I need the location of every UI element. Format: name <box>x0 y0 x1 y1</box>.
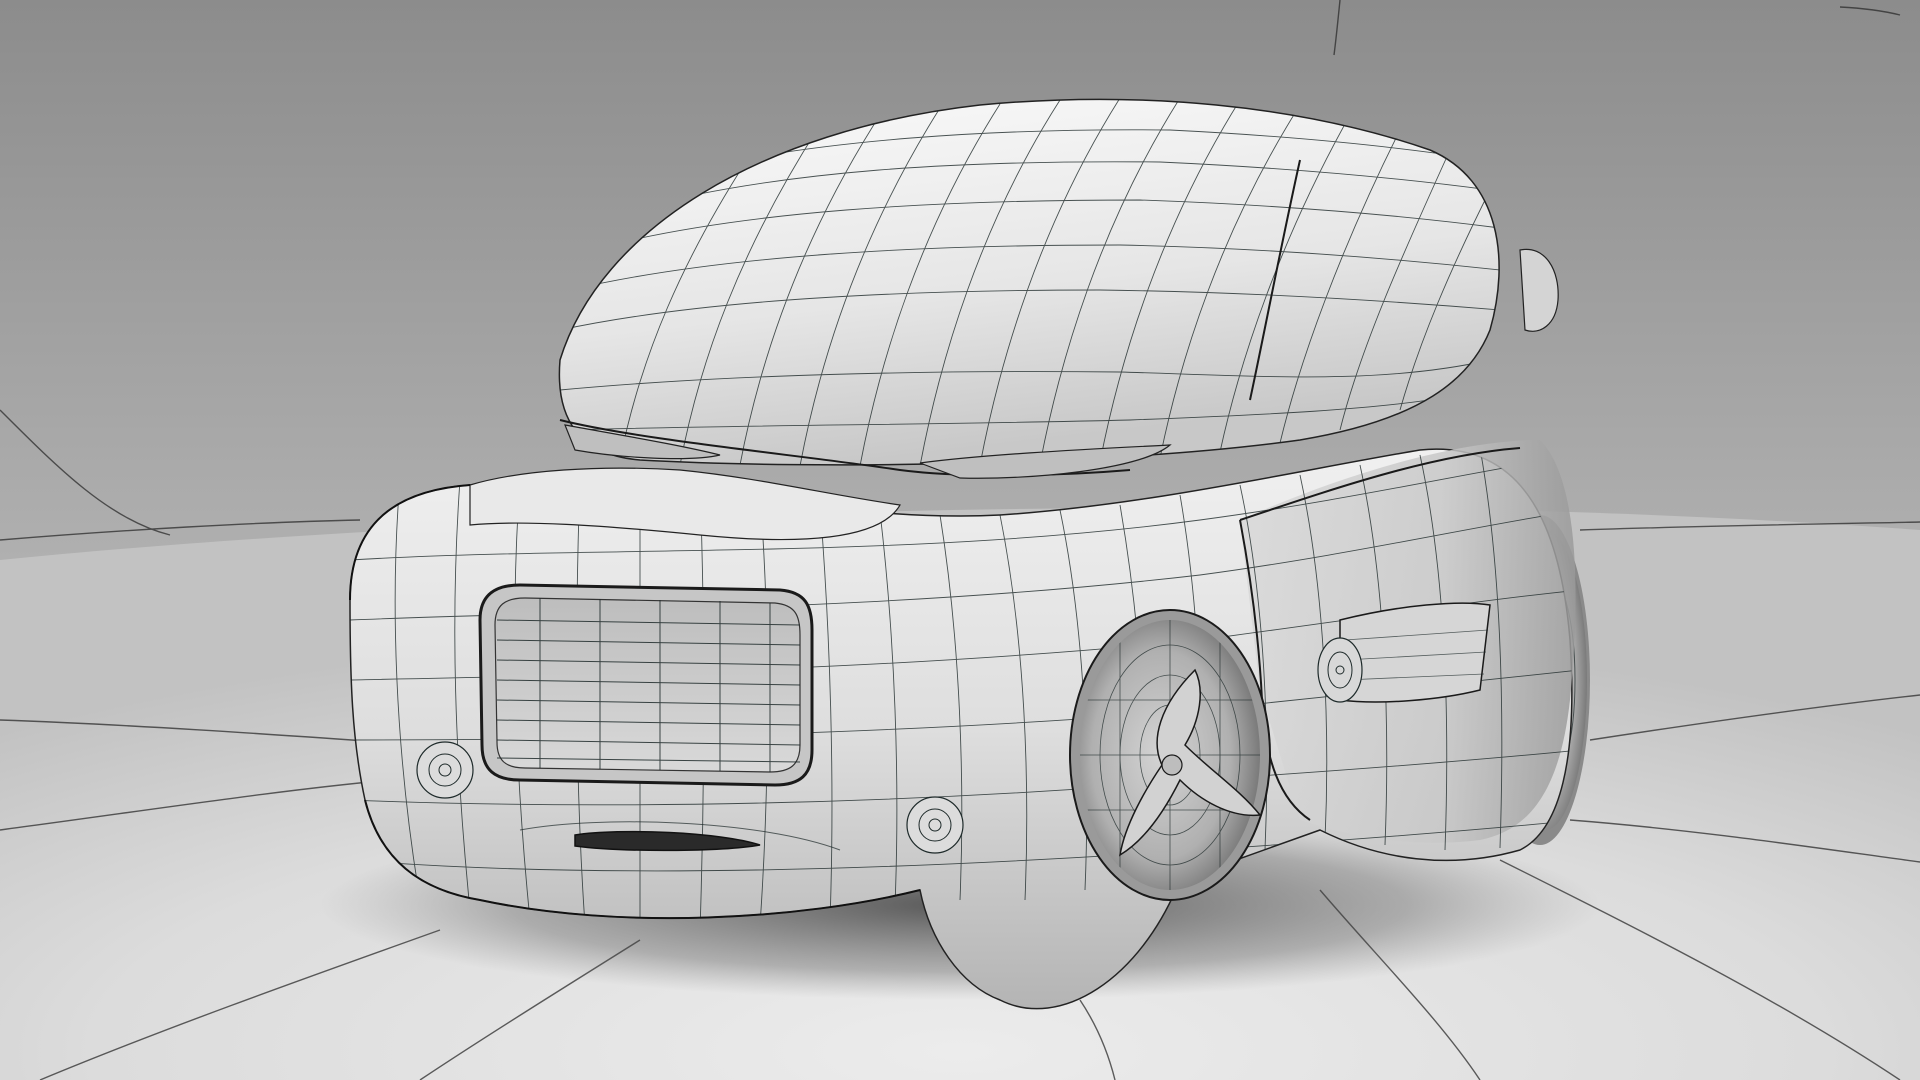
car-render-svg <box>0 0 1920 1080</box>
front-wheel <box>1069 609 1271 901</box>
right-sensor <box>906 796 964 854</box>
side-sensor <box>1317 637 1363 703</box>
side-panel-detail <box>1339 602 1491 703</box>
render-viewport <box>0 0 1920 1080</box>
left-sensor <box>416 741 474 799</box>
front-grille <box>478 583 814 787</box>
